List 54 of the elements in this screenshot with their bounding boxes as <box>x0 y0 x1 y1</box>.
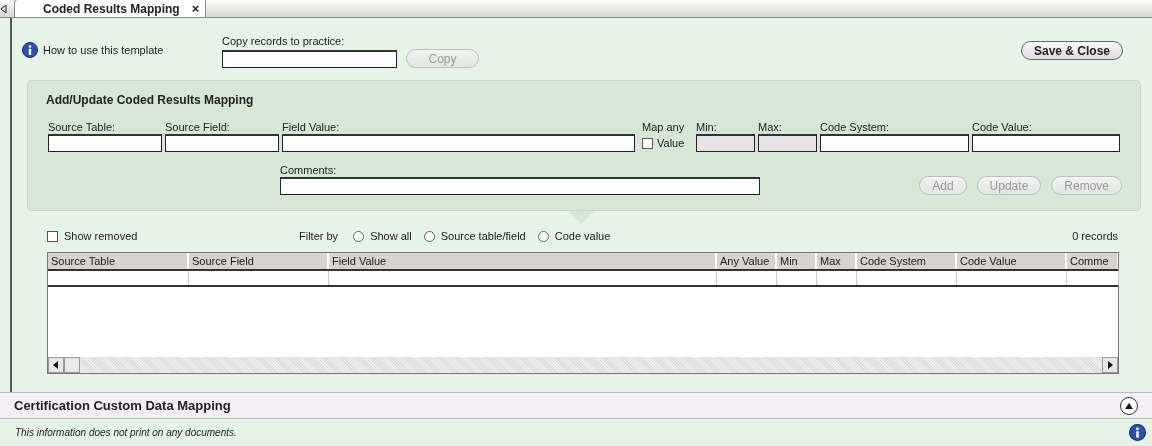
filter-label: Filter by <box>299 230 339 242</box>
field-label: Code Value: <box>972 121 1033 133</box>
field-label: Source Field: <box>165 121 231 133</box>
checkbox[interactable] <box>642 137 653 149</box>
column-header[interactable]: Code Value <box>957 253 1067 269</box>
radio-label: Show all <box>370 230 412 242</box>
radio-label: Code value <box>554 230 611 242</box>
copy-field[interactable] <box>222 49 397 68</box>
column-header[interactable]: Field Value <box>329 253 717 269</box>
help-link[interactable]: How to use this template <box>43 44 164 56</box>
column-header[interactable]: Max <box>817 253 857 269</box>
scroll-thumb[interactable] <box>64 357 80 373</box>
checkbox-label: Value <box>657 137 685 149</box>
field-label: Map any <box>642 121 686 133</box>
section-title: Certification Custom Data Mapping <box>14 398 231 413</box>
horizontal-scrollbar[interactable] <box>48 357 1118 373</box>
field-label: Comments: <box>280 164 338 176</box>
section-header[interactable]: Certification Custom Data Mapping <box>0 392 1152 419</box>
checkbox[interactable] <box>47 230 58 242</box>
text-field[interactable] <box>972 134 1120 152</box>
field-label: Max: <box>758 121 783 133</box>
field-label: Copy records to practice: <box>222 35 346 47</box>
record-count: 0 records <box>1072 230 1118 242</box>
radio-label: Source table/field <box>440 230 526 242</box>
form-title: Add/Update Coded Results Mapping <box>46 93 255 107</box>
text-field[interactable] <box>48 134 162 152</box>
column-header[interactable]: Any Value <box>717 253 777 269</box>
column-header[interactable]: Min <box>777 253 817 269</box>
close-icon[interactable]: × <box>191 1 200 16</box>
text-field[interactable] <box>820 134 969 152</box>
field-label: Min: <box>696 121 718 133</box>
scroll-left-icon[interactable] <box>53 361 59 369</box>
footer-note: This information does not print on any documents. <box>15 427 237 438</box>
field-label: Source Table: <box>48 121 117 133</box>
collapse-icon[interactable] <box>1120 396 1138 415</box>
save-close-button[interactable]: Save & Close <box>1020 41 1123 60</box>
left-arrow-icon[interactable] <box>0 3 8 14</box>
radio-button[interactable] <box>423 230 435 242</box>
text-field[interactable] <box>165 134 279 152</box>
info-icon[interactable] <box>22 42 38 58</box>
checkbox-label: Show removed <box>64 230 138 242</box>
tab[interactable]: Coded Results Mapping × <box>14 0 207 17</box>
radio-button[interactable] <box>537 230 549 242</box>
column-header[interactable]: Source Table <box>48 253 189 269</box>
text-field[interactable] <box>282 134 635 152</box>
comments-field[interactable] <box>280 177 760 195</box>
column-header[interactable]: Source Field <box>189 253 329 269</box>
field-label: Code System: <box>820 121 891 133</box>
radio-button[interactable] <box>353 230 365 242</box>
scroll-right-icon[interactable] <box>1107 361 1113 369</box>
info-icon[interactable] <box>1129 424 1146 441</box>
column-header[interactable]: Comme <box>1067 253 1118 269</box>
field-label: Field Value: <box>282 121 341 133</box>
column-header[interactable]: Code System <box>857 253 957 269</box>
